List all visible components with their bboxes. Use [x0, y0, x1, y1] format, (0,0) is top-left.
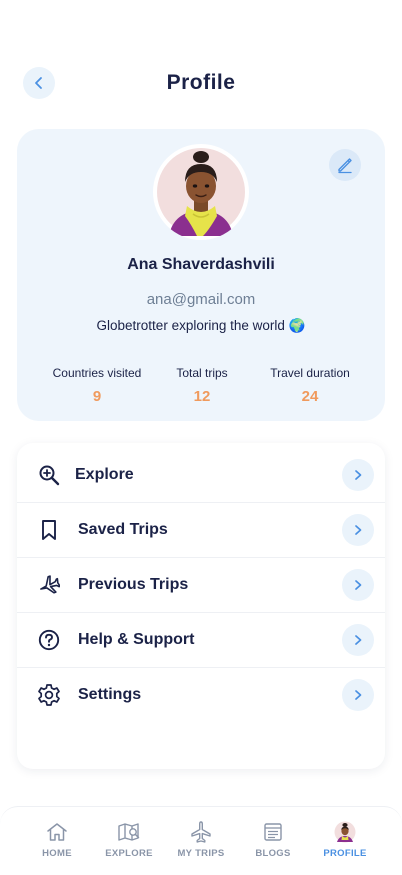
stat-value: 12: [193, 388, 211, 405]
stat-travel-duration: Travel duration 24: [257, 366, 363, 405]
edit-profile-button[interactable]: [329, 149, 361, 181]
chevron-right-icon: [355, 525, 362, 535]
menu-item-settings[interactable]: Settings: [17, 668, 385, 722]
stat-value: 24: [301, 388, 319, 405]
nav-item-blogs[interactable]: BLOGS: [237, 821, 309, 859]
user-bio: Globetrotter exploring the world 🌍: [96, 318, 306, 333]
stat-label: Total trips: [176, 366, 228, 380]
help-circle-icon: [37, 628, 61, 652]
chevron-right-button[interactable]: [342, 679, 374, 711]
bookmark-icon: [37, 518, 61, 542]
menu-item-previous-trips[interactable]: Previous Trips: [17, 558, 385, 613]
stat-countries-visited: Countries visited 9: [39, 366, 155, 405]
chevron-right-icon: [355, 470, 362, 480]
gear-icon: [37, 683, 61, 707]
home-icon: [21, 821, 93, 843]
menu-item-label: Explore: [75, 466, 134, 483]
menu-card: Explore Saved Trips Previous Trips Help …: [17, 443, 385, 769]
page-title: Profile: [166, 71, 236, 94]
airplane-icon: [37, 573, 61, 597]
chevron-right-icon: [355, 580, 362, 590]
nav-label: PROFILE: [323, 848, 367, 859]
stat-label: Travel duration: [270, 366, 350, 380]
stat-value: 9: [92, 388, 102, 405]
blog-icon: [237, 821, 309, 843]
stat-total-trips: Total trips 12: [151, 366, 253, 405]
menu-item-label: Settings: [78, 686, 142, 703]
nav-label: HOME: [42, 848, 72, 859]
profile-card: Ana Shaverdashvili ana@gmail.com Globetr…: [17, 129, 385, 421]
nav-item-profile[interactable]: PROFILE: [309, 821, 381, 859]
menu-item-label: Help & Support: [78, 631, 195, 648]
map-icon: [93, 821, 165, 843]
chevron-right-button[interactable]: [342, 569, 374, 601]
chevron-right-button[interactable]: [342, 459, 374, 491]
nav-label: MY TRIPS: [177, 848, 225, 859]
menu-item-label: Previous Trips: [78, 576, 189, 593]
bottom-nav: HOME EXPLORE MY TRIPS BLOGS PROFILE: [0, 806, 402, 875]
avatar: [153, 144, 249, 240]
chevron-right-button[interactable]: [342, 514, 374, 546]
chevron-right-icon: [355, 690, 362, 700]
stat-label: Countries visited: [52, 366, 142, 380]
chevron-right-icon: [355, 635, 362, 645]
nav-item-explore[interactable]: EXPLORE: [93, 821, 165, 859]
user-email: ana@gmail.com: [146, 291, 256, 308]
pencil-icon: [338, 158, 352, 174]
menu-item-explore[interactable]: Explore: [17, 448, 385, 503]
menu-item-label: Saved Trips: [78, 521, 168, 538]
nav-label: BLOGS: [255, 848, 291, 859]
menu-item-saved-trips[interactable]: Saved Trips: [17, 503, 385, 558]
nav-item-my-trips[interactable]: MY TRIPS: [165, 821, 237, 859]
airplane-icon: [165, 821, 237, 843]
chevron-right-button[interactable]: [342, 624, 374, 656]
search-plus-icon: [37, 463, 61, 487]
avatar-icon: [309, 821, 381, 843]
nav-label: EXPLORE: [105, 848, 153, 859]
menu-item-help-support[interactable]: Help & Support: [17, 613, 385, 668]
user-name: Ana Shaverdashvili: [127, 256, 275, 273]
nav-item-home[interactable]: HOME: [21, 821, 93, 859]
